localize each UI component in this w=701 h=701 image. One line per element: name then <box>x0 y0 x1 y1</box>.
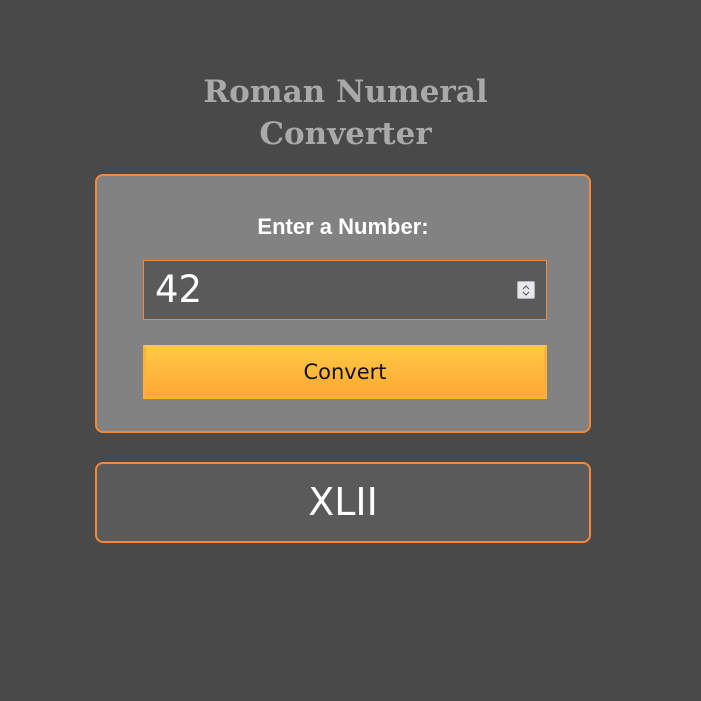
up-down-arrows-icon <box>522 285 530 296</box>
number-input-value[interactable]: 42 <box>155 267 202 313</box>
page-title-line-2: Converter <box>259 116 432 152</box>
number-input-label: Enter a Number: <box>257 214 429 239</box>
page-title: Roman Numeral Converter <box>0 71 691 155</box>
page-title-line-1: Roman Numeral <box>203 74 488 110</box>
converter-form-card: Enter a Number: 42 Convert <box>95 174 591 433</box>
number-input[interactable]: 42 <box>143 260 547 320</box>
convert-button[interactable]: Convert <box>143 345 547 399</box>
result-card: XLII <box>95 462 591 543</box>
roman-numeral-result: XLII <box>308 480 378 524</box>
number-spinner[interactable] <box>517 281 535 299</box>
